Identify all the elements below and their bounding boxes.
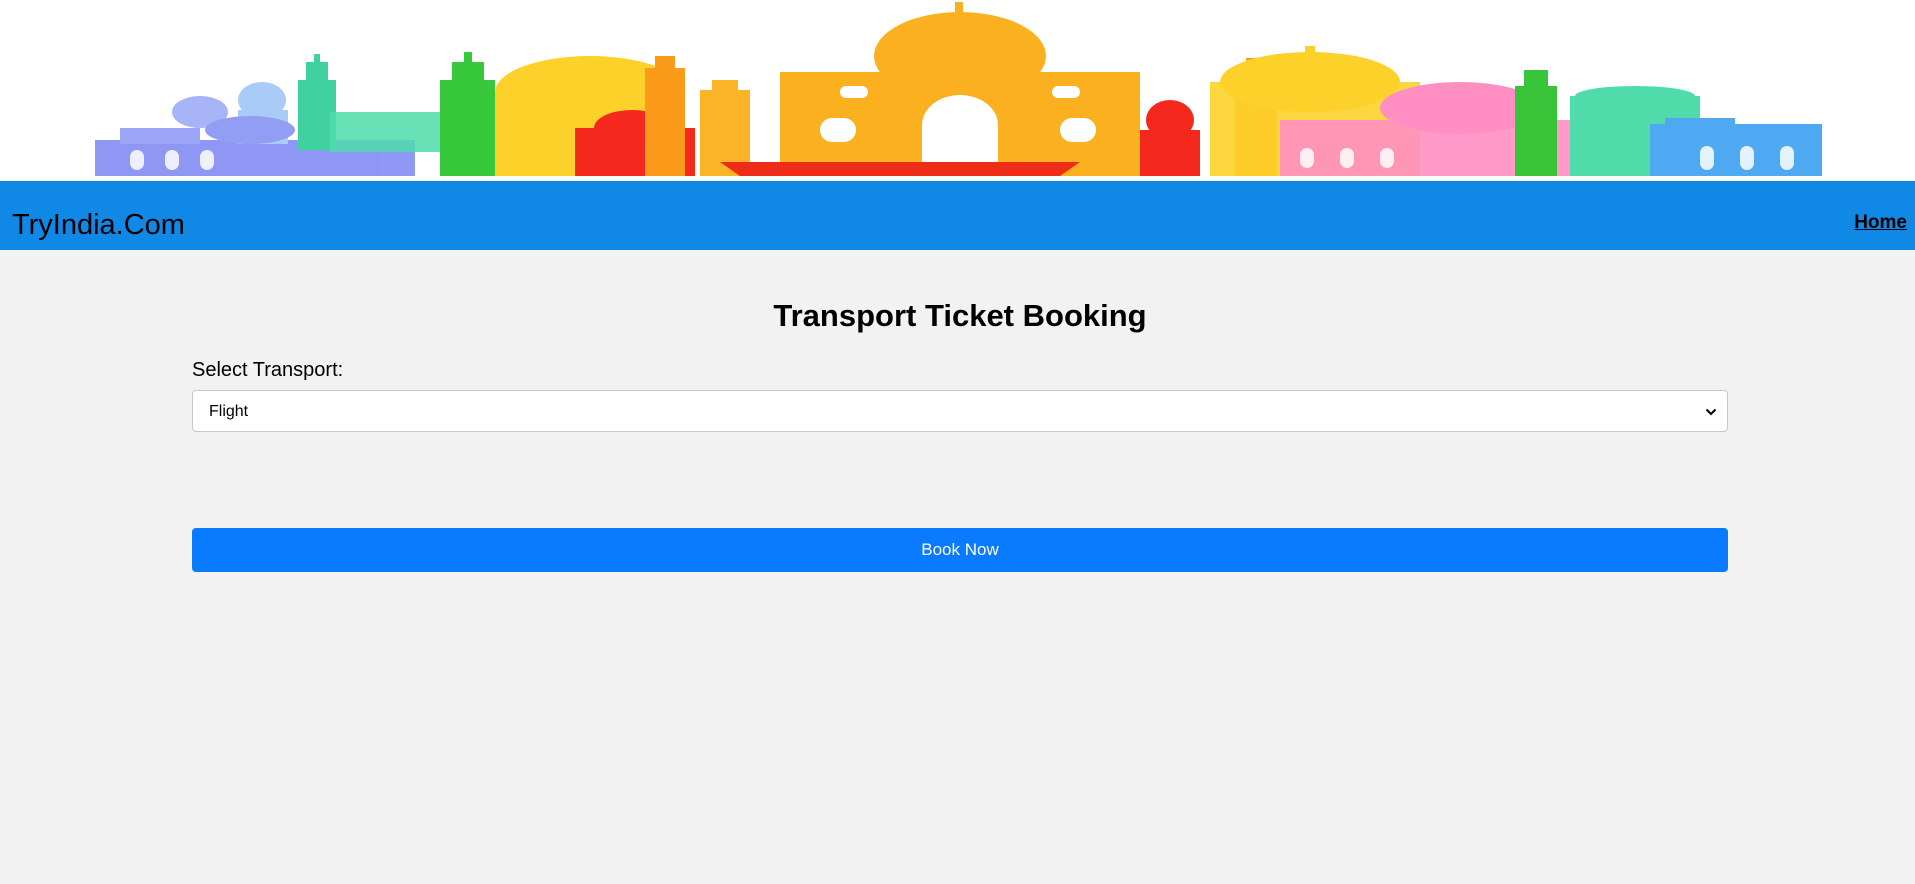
- page-title: Transport Ticket Booking: [773, 298, 1147, 333]
- nav-home-link[interactable]: Home: [1854, 212, 1907, 234]
- top-navbar: TryIndia.Com Home: [0, 181, 1915, 250]
- india-skyline-banner: [0, 0, 1915, 181]
- india-skyline-illustration: [0, 0, 1915, 181]
- transport-select[interactable]: Flight: [192, 390, 1728, 432]
- chevron-down-icon: [1705, 405, 1717, 423]
- transport-select-value: Flight: [209, 403, 249, 420]
- brand-logo-text[interactable]: TryIndia.Com: [12, 208, 185, 242]
- select-transport-label: Select Transport:: [192, 359, 344, 381]
- book-now-button[interactable]: Book Now: [192, 528, 1728, 572]
